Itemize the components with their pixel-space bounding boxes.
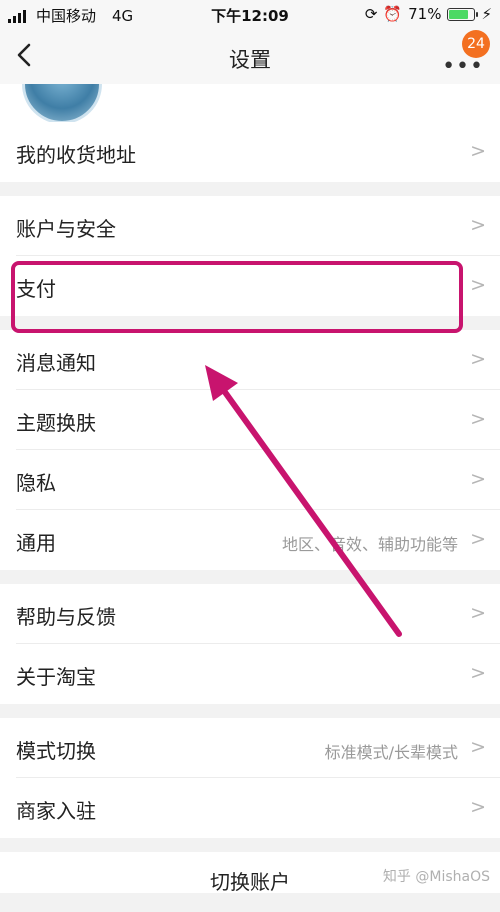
settings-item-account-security[interactable]: 账户与安全 > [0,196,500,256]
settings-item-label: 主题换肤 [16,411,96,435]
settings-item-notifications[interactable]: 消息通知 > [0,330,500,390]
settings-item-merchant[interactable]: 商家入驻 > [0,778,500,838]
chevron-right-icon: > [470,140,486,162]
settings-item-privacy[interactable]: 隐私 > [0,450,500,510]
settings-item-label: 商家入驻 [16,799,96,823]
charging-icon: ⚡ [481,5,492,23]
settings-item-help-feedback[interactable]: 帮助与反馈 > [0,584,500,644]
watermark: 知乎 @MishaOS [382,869,490,885]
alarm-icon: ⏰ [383,5,403,23]
settings-item-label: 关于淘宝 [16,665,96,689]
chevron-right-icon: > [470,736,486,758]
chevron-right-icon: > [470,796,486,818]
settings-item-label: 我的收货地址 [16,143,136,167]
chevron-right-icon: > [470,468,486,490]
chevron-right-icon: > [470,348,486,370]
chevron-right-icon: > [470,274,486,296]
settings-item-hint: 地区、音效、辅助功能等 [281,535,458,554]
settings-item-label: 帮助与反馈 [16,605,116,629]
battery-percent: 71% [408,5,442,23]
settings-item-label: 账户与安全 [16,217,116,241]
status-right: ⟳ ⏰ 71% ⚡ [365,5,492,23]
settings-item-mode-switch[interactable]: 模式切换 标准模式/长辈模式 > [0,718,500,778]
chevron-right-icon: > [470,602,486,624]
profile-header[interactable] [0,84,500,122]
chevron-right-icon: > [470,662,486,684]
settings-item-label: 隐私 [16,471,56,495]
navigation-bar: 设置 ••• 24 [0,30,500,84]
annotation-highlight-box [11,261,463,333]
rotation-lock-icon: ⟳ [364,5,378,23]
settings-item-hint: 标准模式/长辈模式 [324,743,458,762]
settings-item-theme[interactable]: 主题换肤 > [0,390,500,450]
battery-icon [447,7,479,21]
settings-item-label: 消息通知 [16,351,96,375]
avatar [22,84,102,122]
notification-badge: 24 [462,30,490,58]
status-bar: 中国移动 4G 下午12:09 ⟳ ⏰ 71% ⚡ [0,0,500,30]
chevron-right-icon: > [470,214,486,236]
settings-item-shipping-address[interactable]: 我的收货地址 > [0,122,500,182]
settings-item-about[interactable]: 关于淘宝 > [0,644,500,704]
chevron-right-icon: > [470,528,486,550]
chevron-right-icon: > [470,408,486,430]
settings-item-label: 通用 [16,531,56,555]
settings-item-label: 模式切换 [16,739,96,763]
page-title: 设置 [229,48,271,72]
settings-item-general[interactable]: 通用 地区、音效、辅助功能等 > [0,510,500,570]
